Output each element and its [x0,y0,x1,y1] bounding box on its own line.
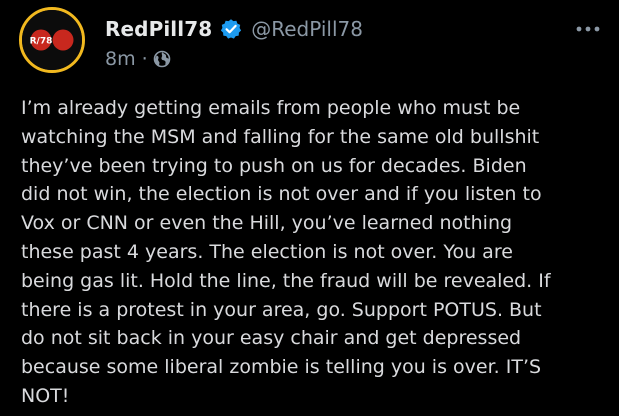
post-card: R/78 RedPill78 @RedPill78 8m · I’m alrea… [0,0,619,416]
avatar-logo-text: R/78 [30,37,53,47]
more-options-icon[interactable] [575,20,601,32]
post-body-line: NOT! [21,384,70,407]
post-meta: 8m · [105,46,559,72]
author-row: RedPill78 @RedPill78 [105,12,559,46]
post-body-line: there is a protest in your area, go. Sup… [21,298,542,321]
post-body-line: did not win, the election is not over an… [21,183,542,206]
post-body-line: I’m already getting emails from people w… [21,97,521,119]
timestamp[interactable]: 8m [105,48,136,70]
post-body-line: being gas lit. Hold the line, the fraud … [21,269,551,292]
post-body-line: these past 4 years. The election is not … [21,240,513,263]
globe-icon [153,50,171,68]
verified-badge-icon [220,18,242,40]
post-header: RedPill78 @RedPill78 8m · [105,12,559,72]
post-body-line: they’ve been trying to push on us for de… [21,154,527,177]
author-handle[interactable]: @RedPill78 [251,17,363,41]
meta-separator: · [141,48,148,70]
post-body-line: watching the MSM and falling for the sam… [21,125,540,148]
post-body: I’m already getting emails from people w… [21,94,613,411]
post-body-line: Vox or CNN or even the Hill, you’ve lear… [21,212,513,235]
author-display-name[interactable]: RedPill78 [105,17,212,41]
avatar[interactable]: R/78 [19,7,85,73]
post-body-line: do not sit back in your easy chair and g… [21,327,522,350]
post-body-line: because some liberal zombie is telling y… [21,356,542,379]
avatar-red-pill-logo: R/78 [22,10,82,70]
